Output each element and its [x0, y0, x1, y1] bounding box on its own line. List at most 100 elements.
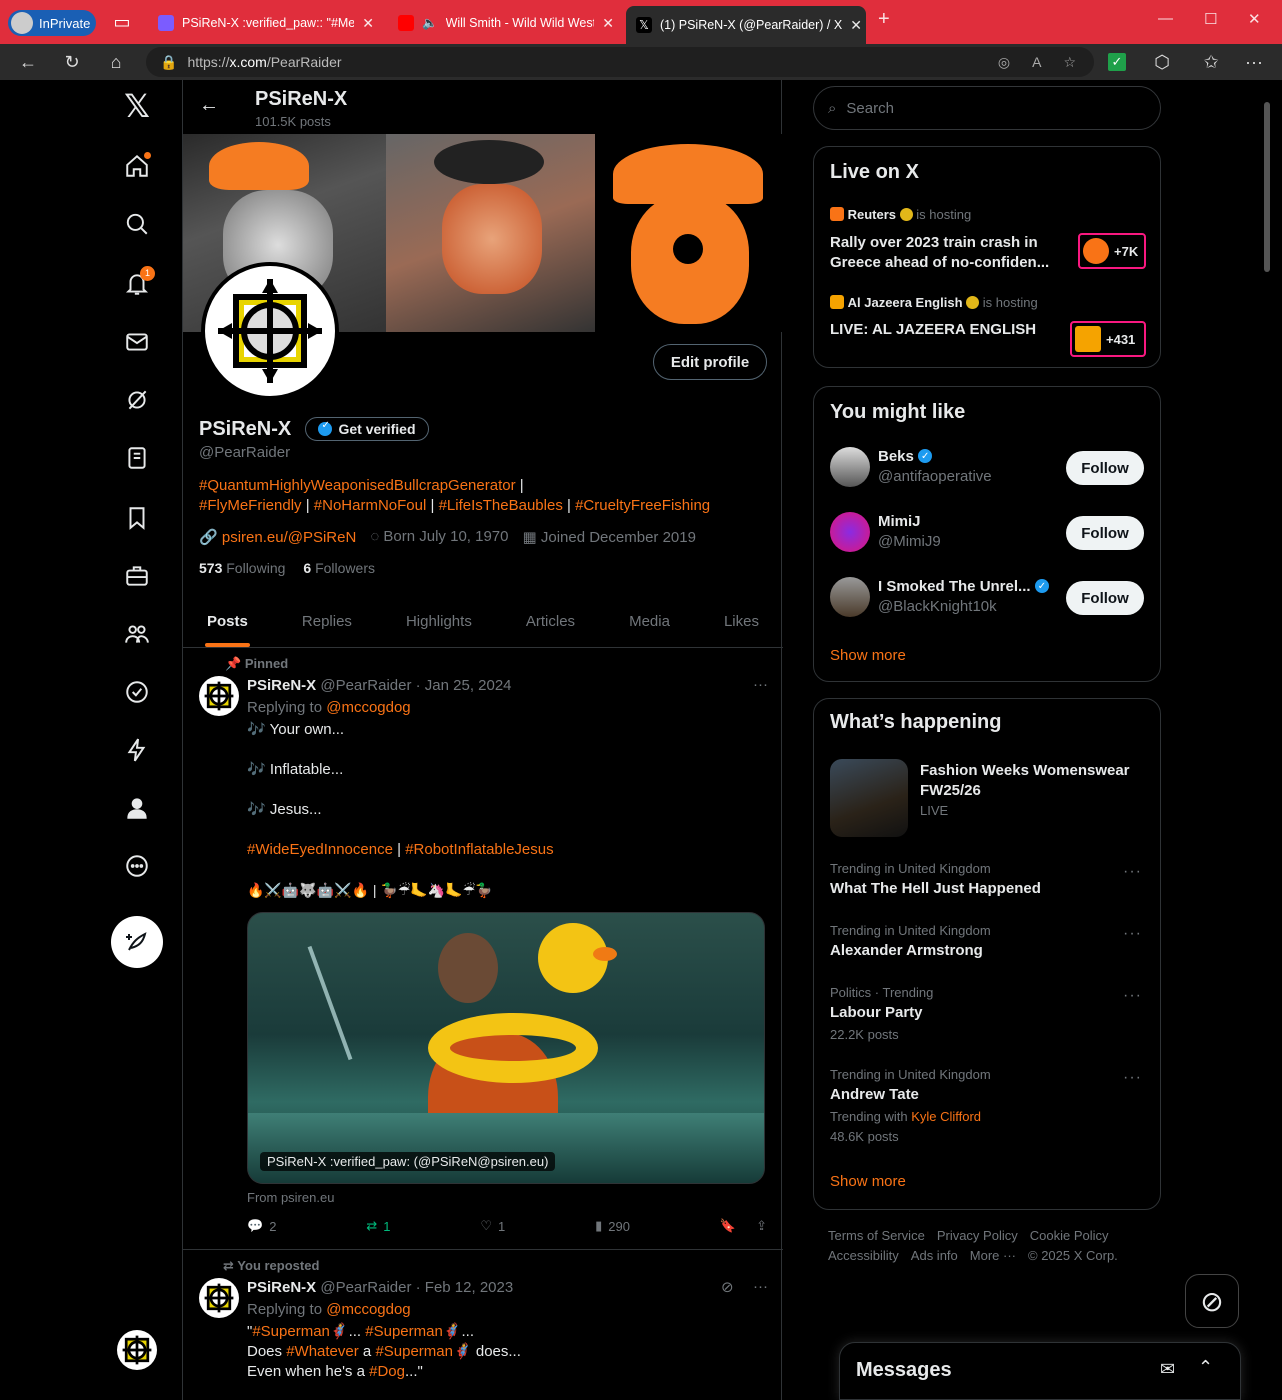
- speaker-icon[interactable]: 🔈: [422, 16, 438, 31]
- read-aloud-icon[interactable]: A: [1032, 54, 1041, 71]
- new-message-icon[interactable]: ✉: [1160, 1359, 1175, 1380]
- profile-avatar-large[interactable]: [201, 262, 339, 400]
- inprivate-badge[interactable]: InPrivate: [8, 10, 96, 36]
- trend-title[interactable]: Alexander Armstrong: [830, 942, 983, 959]
- address-bar[interactable]: 🔒 https://x.com/PearRaider ◎ A ☆: [146, 47, 1094, 77]
- trend-more-icon[interactable]: ···: [1123, 987, 1142, 1005]
- accessibility-link[interactable]: Accessibility: [828, 1248, 899, 1263]
- reply-to-link[interactable]: @mccogdog: [326, 699, 410, 716]
- close-tab-icon[interactable]: ✕: [362, 15, 374, 32]
- back-arrow-icon[interactable]: ←: [199, 94, 219, 117]
- terms-link[interactable]: Terms of Service: [828, 1228, 925, 1243]
- verified-orgs-icon[interactable]: [117, 672, 157, 712]
- trend-more-icon[interactable]: ···: [1123, 1069, 1142, 1087]
- bio-hashtag[interactable]: #QuantumHighlyWeaponisedBullcrapGenerato…: [199, 477, 516, 494]
- minimize-icon[interactable]: —: [1158, 10, 1173, 27]
- suggested-user[interactable]: Beks @antifaoperative: [878, 447, 992, 487]
- trend-title[interactable]: Labour Party: [830, 1004, 923, 1021]
- bio-hashtag[interactable]: #CrueltyFreeFishing: [575, 497, 710, 514]
- trend-title[interactable]: What The Hell Just Happened: [830, 880, 1041, 897]
- post-more-icon[interactable]: ···: [753, 1278, 768, 1295]
- post-meta[interactable]: @PearRaider · Feb 12, 2023: [320, 1279, 513, 1296]
- tab-articles[interactable]: Articles: [526, 596, 575, 647]
- follow-button[interactable]: Follow: [1066, 516, 1144, 550]
- messages-mail-icon[interactable]: [117, 322, 157, 362]
- grok-icon[interactable]: [117, 380, 157, 420]
- refresh-icon[interactable]: ↻: [60, 50, 84, 74]
- favorites-icon[interactable]: ✩: [1199, 50, 1223, 74]
- grok-explain-icon[interactable]: ⊘: [721, 1278, 734, 1296]
- get-verified-button[interactable]: Get verified: [305, 417, 429, 441]
- trend-more-icon[interactable]: ···: [1123, 925, 1142, 943]
- views-button[interactable]: ▮ 290: [595, 1218, 630, 1234]
- browser-tab-mastodon[interactable]: PSiReN-X :verified_paw:: "#Meani ✕: [148, 6, 384, 40]
- privacy-link[interactable]: Privacy Policy: [937, 1228, 1018, 1243]
- tab-likes[interactable]: Likes: [724, 596, 759, 647]
- trend-more-icon[interactable]: ···: [1123, 863, 1142, 881]
- live-title[interactable]: LIVE: AL JAZEERA ENGLISH: [830, 321, 1036, 338]
- show-more-link[interactable]: Show more: [830, 647, 906, 664]
- favorite-star-icon[interactable]: ☆: [1063, 54, 1076, 71]
- grok-floating-button[interactable]: ⊘: [1185, 1274, 1239, 1328]
- live-listeners-count[interactable]: +7K: [1078, 233, 1146, 269]
- like-button[interactable]: ♡ 1: [480, 1218, 505, 1234]
- live-title[interactable]: Rally over 2023 train crash in Greece ahe…: [830, 233, 1062, 273]
- post-more-icon[interactable]: ···: [753, 676, 768, 693]
- explore-search-icon[interactable]: [117, 204, 157, 244]
- back-icon[interactable]: ←: [16, 50, 40, 74]
- notifications-bell-icon[interactable]: 1: [117, 264, 157, 304]
- tab-media[interactable]: Media: [629, 596, 670, 647]
- page-scrollbar[interactable]: [1264, 102, 1270, 272]
- post-author-avatar[interactable]: [199, 1278, 239, 1318]
- tracking-prevention-icon[interactable]: ◎: [998, 54, 1010, 71]
- compose-post-button[interactable]: [111, 916, 163, 968]
- reply-to-link[interactable]: @mccogdog: [326, 1301, 410, 1318]
- settings-more-icon[interactable]: ···: [1242, 50, 1266, 74]
- tab-posts[interactable]: Posts: [205, 596, 250, 647]
- show-more-link[interactable]: Show more: [830, 1173, 906, 1190]
- account-switcher-avatar[interactable]: [117, 1330, 157, 1370]
- messages-drawer[interactable]: Messages ✉ ⌃: [839, 1342, 1241, 1400]
- follow-button[interactable]: Follow: [1066, 451, 1144, 485]
- close-tab-icon[interactable]: ✕: [602, 15, 614, 32]
- extension-check-icon[interactable]: ✓: [1108, 53, 1126, 71]
- close-window-icon[interactable]: ✕: [1248, 10, 1261, 28]
- new-tab-icon[interactable]: +: [878, 8, 890, 31]
- follow-button[interactable]: Follow: [1066, 581, 1144, 615]
- tab-highlights[interactable]: Highlights: [406, 596, 472, 647]
- trend-feature-image[interactable]: [830, 759, 908, 837]
- edit-profile-button[interactable]: Edit profile: [653, 344, 767, 380]
- user-avatar[interactable]: [830, 512, 870, 552]
- x-logo-icon[interactable]: 𝕏: [117, 86, 157, 126]
- post-author-name[interactable]: PSiReN-X: [247, 677, 316, 694]
- search-input[interactable]: ⌕ Search: [813, 86, 1161, 130]
- extensions-puzzle-icon[interactable]: ⬡: [1150, 50, 1174, 74]
- lists-icon[interactable]: [117, 438, 157, 478]
- footer-more-link[interactable]: More ···: [970, 1248, 1016, 1263]
- bio-hashtag[interactable]: #FlyMeFriendly: [199, 497, 302, 514]
- browser-tab-x[interactable]: 𝕏 (1) PSiReN-X (@PearRaider) / X ✕: [626, 6, 866, 44]
- browser-tab-youtube[interactable]: 🔈 Will Smith - Wild Wild West ✕: [388, 6, 624, 40]
- post-author-name[interactable]: PSiReN-X: [247, 1279, 316, 1296]
- communities-icon[interactable]: [117, 614, 157, 654]
- trend-title[interactable]: Andrew Tate: [830, 1086, 919, 1103]
- bookmark-icon[interactable]: 🔖: [720, 1218, 736, 1234]
- post-source[interactable]: From psiren.eu: [247, 1188, 334, 1208]
- repost-button[interactable]: ⇄ 1: [366, 1218, 390, 1234]
- profile-link[interactable]: 🔗 psiren.eu/@PSiReN: [199, 528, 356, 546]
- more-options-icon[interactable]: [117, 846, 157, 886]
- post-author-avatar[interactable]: [199, 676, 239, 716]
- live-listeners-count[interactable]: +431: [1070, 321, 1146, 357]
- live-host-row[interactable]: Reuters is hosting: [830, 207, 971, 222]
- post-image[interactable]: PSiReN-X :verified_paw: (@PSiReN@psiren.…: [247, 912, 765, 1184]
- jobs-briefcase-icon[interactable]: [117, 556, 157, 596]
- profile-person-icon[interactable]: [117, 788, 157, 828]
- cookie-link[interactable]: Cookie Policy: [1030, 1228, 1109, 1243]
- bio-hashtag[interactable]: #LifeIsTheBaubles: [439, 497, 563, 514]
- reply-button[interactable]: 💬 2: [247, 1218, 276, 1234]
- ads-info-link[interactable]: Ads info: [911, 1248, 958, 1263]
- post-meta[interactable]: @PearRaider · Jan 25, 2024: [320, 677, 511, 694]
- bookmarks-icon[interactable]: [117, 498, 157, 538]
- suggested-user[interactable]: MimiJ @MimiJ9: [878, 512, 941, 552]
- user-avatar[interactable]: [830, 447, 870, 487]
